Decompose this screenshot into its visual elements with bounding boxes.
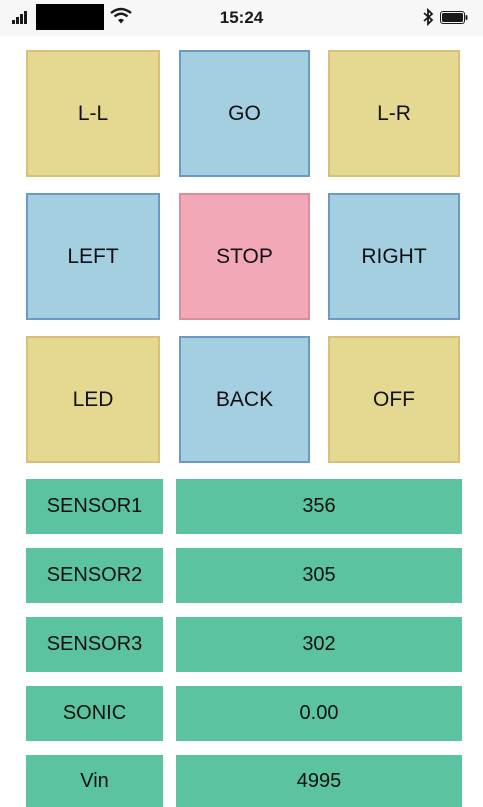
stop-button[interactable]: STOP — [179, 193, 310, 320]
status-time: 15:24 — [219, 8, 264, 27]
off-button[interactable]: OFF — [328, 336, 460, 463]
vin-label: Vin — [26, 755, 163, 807]
go-button[interactable]: GO — [179, 50, 310, 177]
right-button[interactable]: RIGHT — [328, 193, 460, 320]
sensor1-value: 356 — [176, 479, 462, 534]
back-button[interactable]: BACK — [179, 336, 310, 463]
left-button[interactable]: LEFT — [26, 193, 160, 320]
sensor2-value: 305 — [176, 548, 462, 603]
sensor2-label: SENSOR2 — [26, 548, 163, 603]
battery-icon — [440, 11, 468, 24]
bluetooth-icon — [423, 8, 434, 26]
sonic-label: SONIC — [26, 686, 163, 741]
sensor3-value: 302 — [176, 617, 462, 672]
ll-button[interactable]: L-L — [26, 50, 160, 177]
vin-value: 4995 — [176, 755, 462, 807]
led-button[interactable]: LED — [26, 336, 160, 463]
status-bar: 15:24 — [0, 0, 483, 36]
sensor1-label: SENSOR1 — [26, 479, 163, 534]
sensor3-label: SENSOR3 — [26, 617, 163, 672]
lr-button[interactable]: L-R — [328, 50, 460, 177]
sonic-value: 0.00 — [176, 686, 462, 741]
